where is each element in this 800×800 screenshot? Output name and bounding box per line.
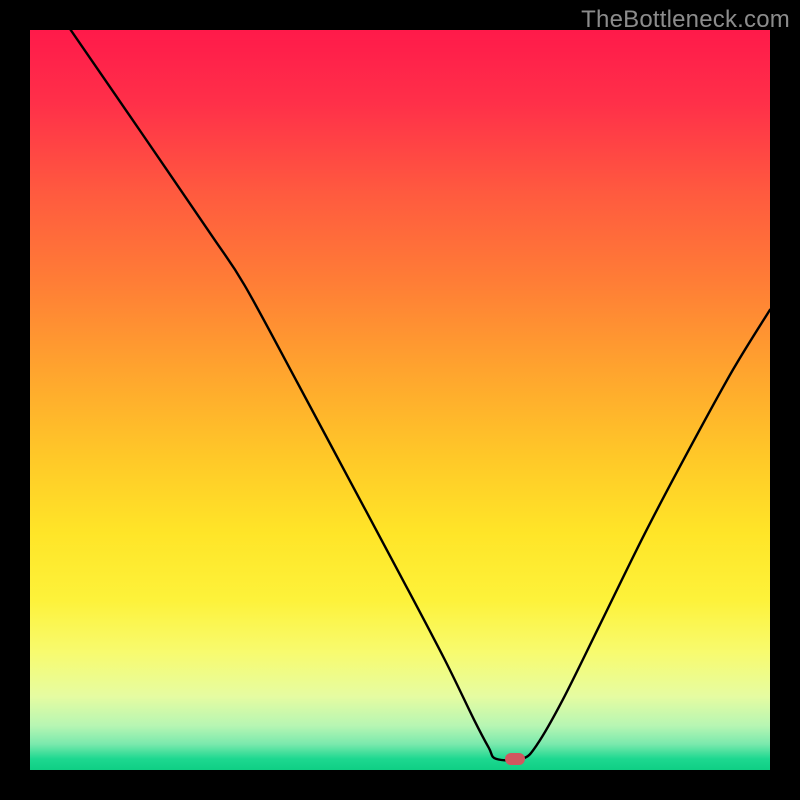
stage: TheBottleneck.com: [0, 0, 800, 800]
optimum-marker: [505, 753, 525, 765]
bottleneck-curve: [30, 30, 770, 770]
chart-area: [30, 30, 770, 770]
